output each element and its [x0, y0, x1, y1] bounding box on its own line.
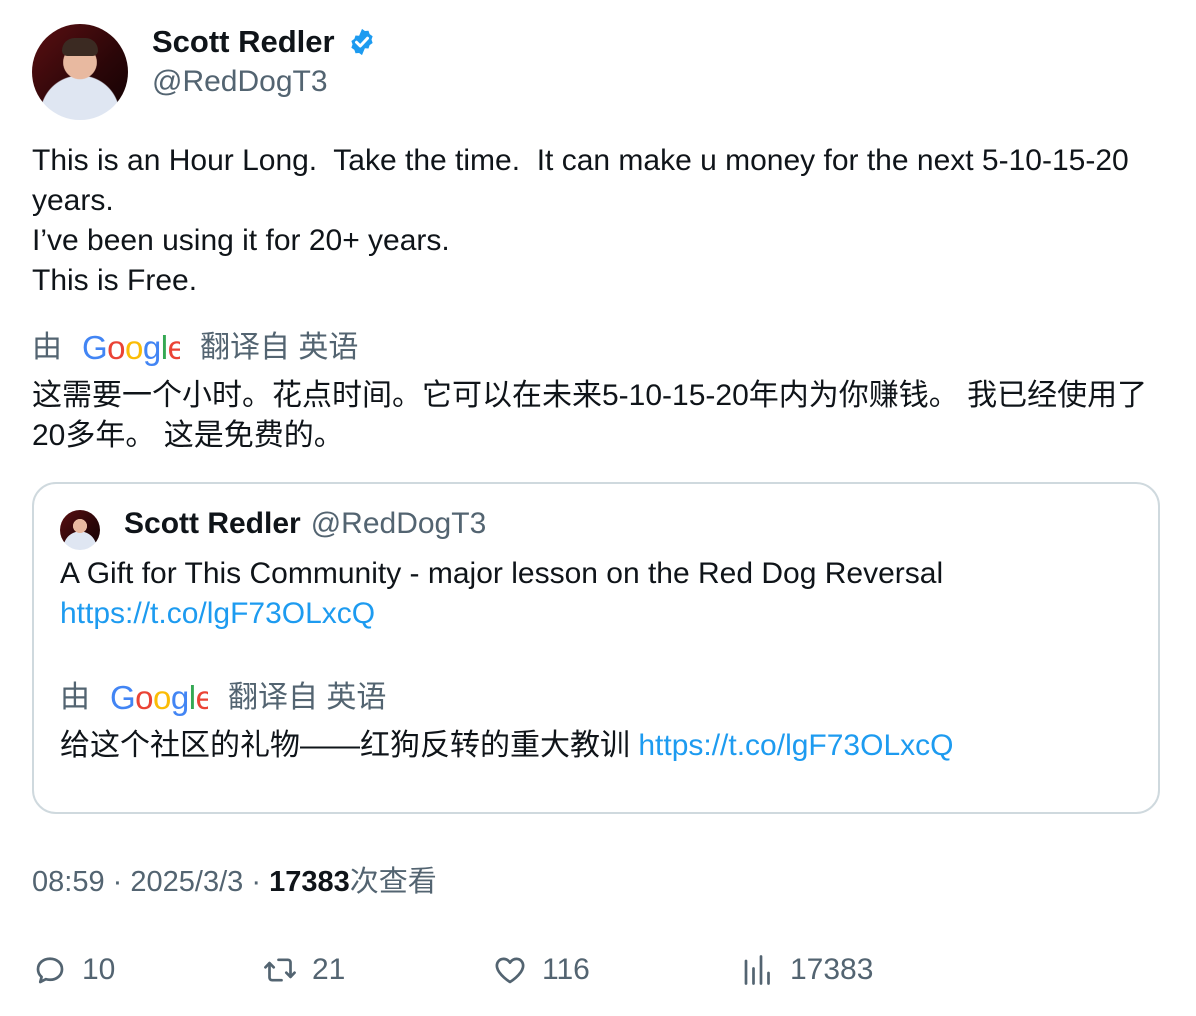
like-count: 116	[542, 953, 590, 986]
views-count: 17383	[790, 953, 874, 986]
google-logo-icon: Google	[82, 329, 180, 366]
tweet-line: This is Free.	[32, 264, 198, 297]
views-button[interactable]: 17383	[740, 950, 873, 990]
quoted-author-header: Scott Redler @RedDogT3	[124, 504, 486, 544]
quoted-tweet-text: A Gift for This Community - major lesson…	[60, 554, 1140, 634]
quoted-author-name[interactable]: Scott Redler	[124, 507, 301, 540]
tweet-line: This is an Hour Long. Take the time. It …	[32, 144, 1138, 217]
author-avatar[interactable]	[32, 24, 128, 120]
tweet-text: This is an Hour Long. Take the time. It …	[32, 141, 1162, 301]
translate-from-label: 翻译自 英语	[200, 331, 359, 364]
quoted-tweet[interactable]: Scott Redler @RedDogT3 A Gift for This Co…	[32, 482, 1160, 814]
tweet-date[interactable]: 2025/3/3	[130, 866, 243, 898]
translate-by-label: 由	[32, 331, 62, 364]
meta-separator: ·	[251, 866, 261, 898]
quoted-translation-text: 给这个社区的礼物——红狗反转的重大教训	[60, 729, 630, 762]
verified-badge-icon	[351, 28, 373, 56]
quoted-translation-link[interactable]: https://t.co/lgF73OLxcQ	[638, 729, 953, 762]
tweet-time[interactable]: 08:59	[32, 866, 105, 898]
reply-count: 10	[82, 953, 116, 986]
translation-attribution: 由 Google 翻译自 英语	[32, 328, 358, 368]
quoted-tweet-link[interactable]: https://t.co/lgF73OLxcQ	[60, 594, 1140, 634]
svg-text:Google: Google	[110, 679, 208, 716]
quoted-translation: 给这个社区的礼物——红狗反转的重大教训 https://t.co/lgF73OL…	[60, 726, 1140, 766]
translate-by-label: 由	[60, 681, 90, 714]
author-name[interactable]: Scott Redler	[152, 22, 335, 62]
tweet-line: I’ve been using it for 20+ years.	[32, 224, 450, 257]
tweet-translation: 这需要一个小时。花点时间。它可以在未来5-10-15-20年内为你赚钱。 我已经…	[32, 379, 1148, 452]
translate-from-label: 翻译自 英语	[228, 681, 387, 714]
google-logo-icon: Google	[110, 679, 208, 716]
retweet-icon	[264, 958, 296, 982]
tweet-meta: 08:59 · 2025/3/3 · 17383次查看	[32, 862, 437, 902]
svg-text:Google: Google	[82, 329, 180, 366]
like-button[interactable]: 116	[492, 950, 590, 990]
reply-icon	[36, 957, 64, 984]
views-icon	[744, 955, 770, 985]
author-block: Scott Redler	[152, 22, 377, 62]
meta-separator: ·	[112, 866, 123, 898]
reply-button[interactable]: 10	[32, 950, 115, 990]
retweet-count: 21	[312, 953, 346, 986]
quoted-translation-attribution: 由 Google 翻译自 英语	[60, 678, 386, 718]
quoted-author-handle[interactable]: @RedDogT3	[311, 507, 487, 540]
view-count: 17383	[269, 866, 350, 898]
quoted-author-avatar[interactable]	[60, 510, 100, 550]
author-handle[interactable]: @RedDogT3	[152, 62, 328, 102]
retweet-button[interactable]: 21	[262, 950, 345, 990]
like-icon	[495, 957, 525, 984]
view-count-label: 次查看	[349, 866, 437, 898]
quoted-text-line: A Gift for This Community - major lesson…	[60, 557, 944, 590]
